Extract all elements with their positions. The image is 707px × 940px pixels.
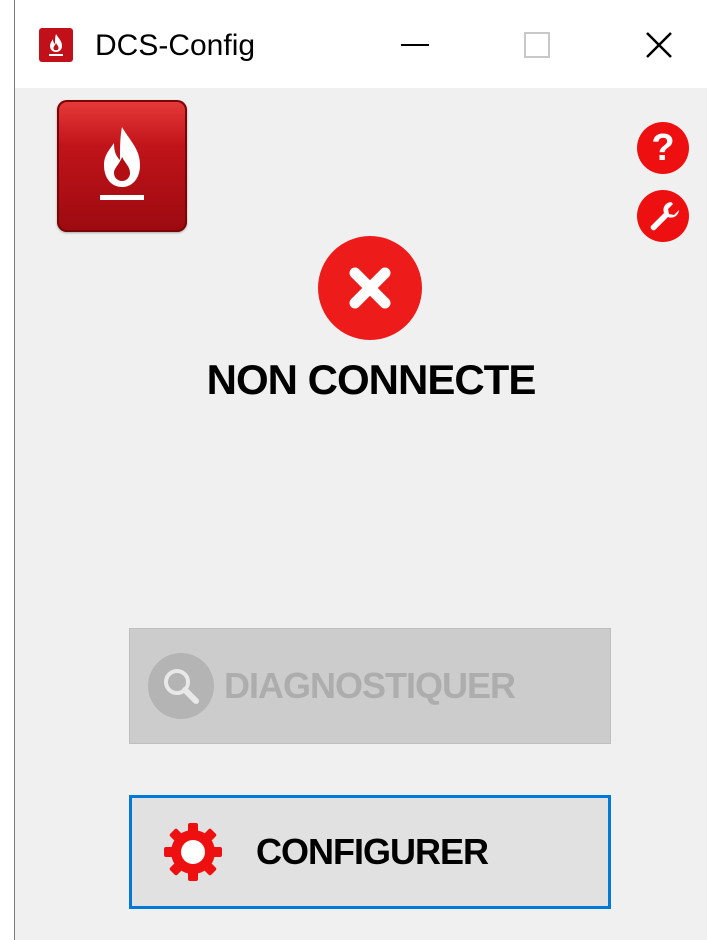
help-icon[interactable]: ? (637, 122, 689, 174)
diagnose-button[interactable]: DIAGNOSTIQUER (129, 628, 611, 744)
error-x-icon (318, 236, 422, 340)
wrench-icon[interactable] (637, 190, 689, 242)
minimize-button[interactable] (375, 10, 455, 80)
close-icon (646, 32, 672, 58)
connection-status: NON CONNECTE (206, 356, 537, 403)
title-bar[interactable]: DCS-Config (15, 0, 707, 88)
maximize-icon (524, 32, 550, 58)
magnifier-icon (148, 653, 214, 719)
minimize-icon (401, 44, 429, 46)
flame-icon (100, 127, 144, 200)
window-title: DCS-Config (95, 29, 256, 62)
gear-icon (160, 819, 226, 885)
configure-button[interactable]: CONFIGURER (129, 795, 611, 909)
app-window: DCS-Config ? NON CONNECTE DIAGNOSTIQUER … (14, 0, 707, 940)
diagnose-button-label: DIAGNOSTIQUER (224, 665, 516, 706)
flame-app-icon (39, 28, 73, 62)
maximize-button[interactable] (497, 10, 577, 80)
close-button[interactable] (619, 10, 699, 80)
configure-button-label: CONFIGURER (256, 831, 489, 872)
app-logo (57, 100, 187, 232)
